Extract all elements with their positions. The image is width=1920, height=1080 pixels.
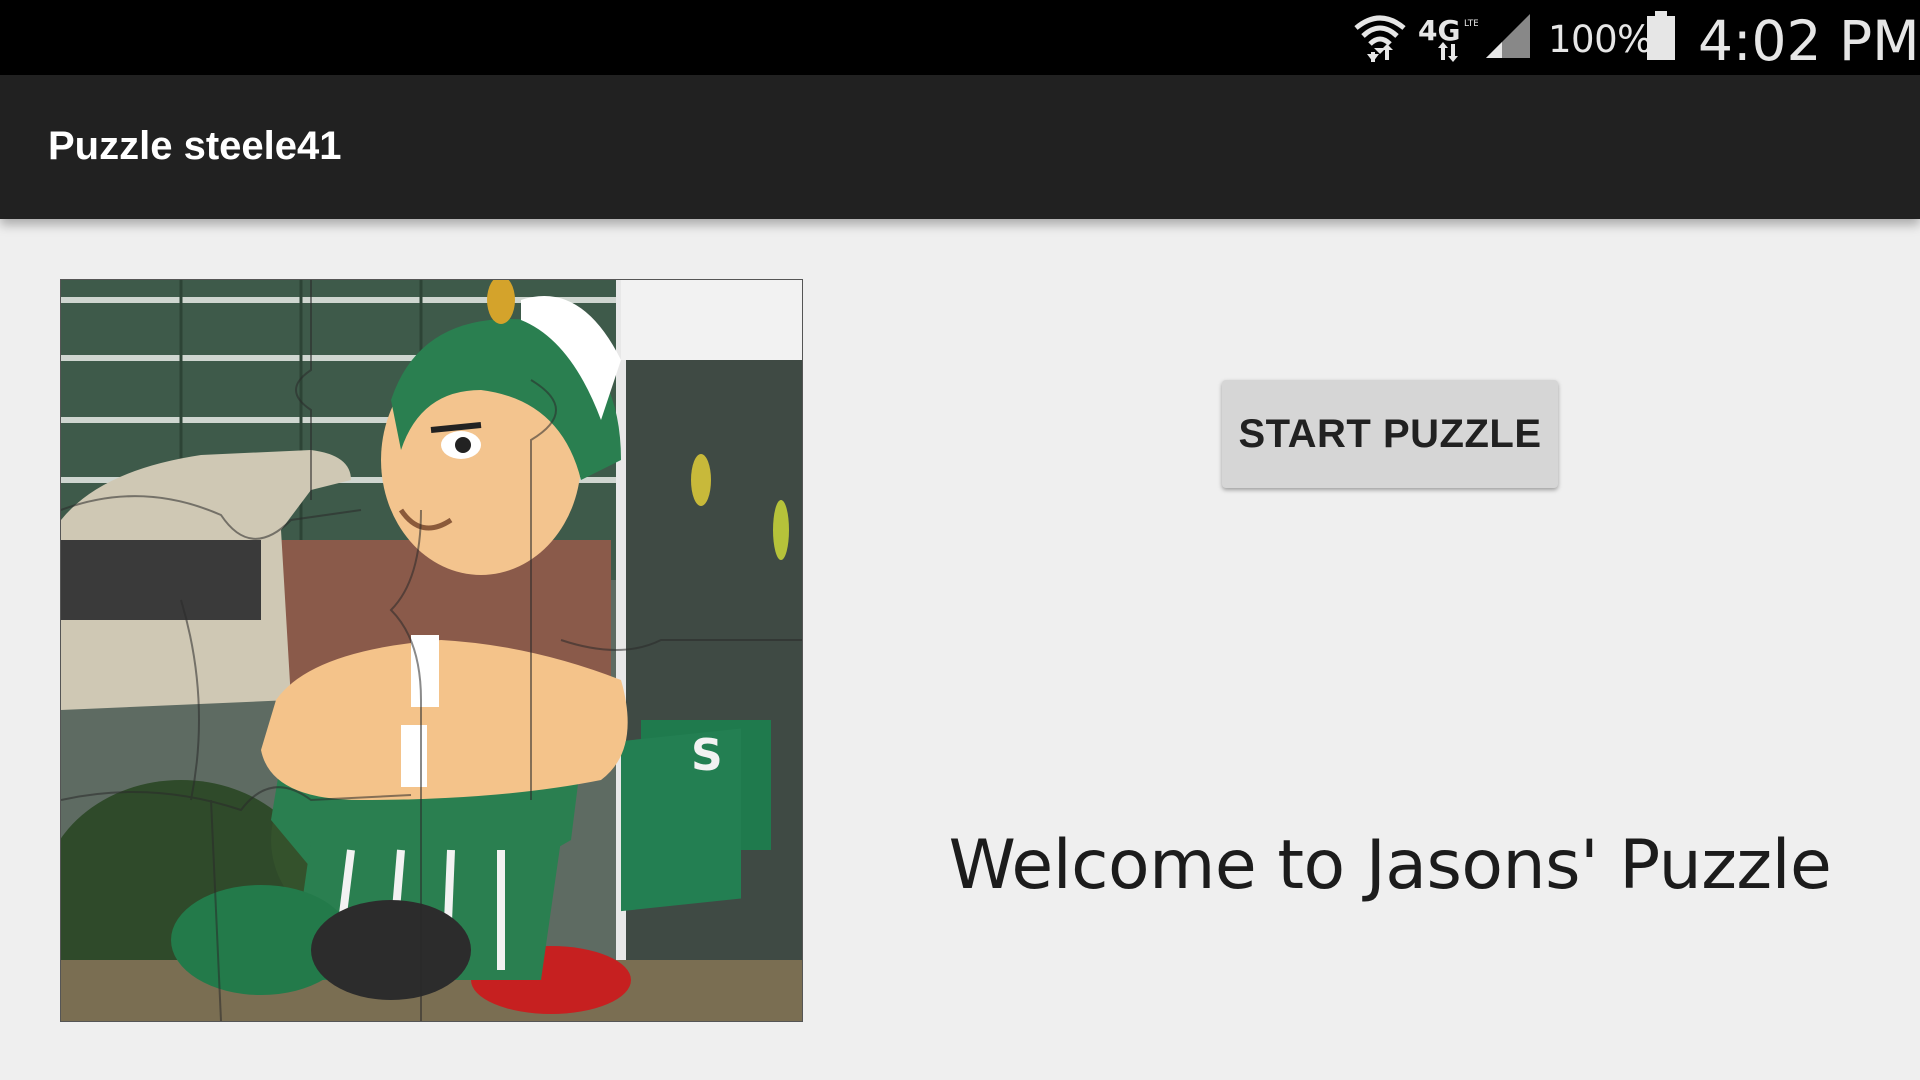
screen: 4G LTE 100% 4:02 PM Puzzle steele41 S ST… (0, 0, 1920, 1080)
battery-percent: 100% (1548, 18, 1652, 61)
battery-icon (1647, 11, 1675, 60)
svg-text:S: S (691, 730, 723, 781)
app-bar: Puzzle steele41 (0, 75, 1920, 219)
svg-text:4G: 4G (1418, 14, 1460, 47)
mascot-illustration: S (61, 280, 802, 1021)
welcome-text: Welcome to Jasons' Puzzle (948, 826, 1832, 905)
lte-icon: 4G LTE (1418, 14, 1478, 62)
signal-icon (1486, 14, 1530, 58)
wifi-icon (1354, 15, 1406, 62)
svg-text:LTE: LTE (1464, 19, 1478, 29)
status-bar: 4G LTE 100% 4:02 PM (0, 0, 1920, 75)
puzzle-preview-image: S (60, 279, 803, 1022)
app-title: Puzzle steele41 (48, 124, 342, 168)
clock: 4:02 PM (1698, 9, 1920, 73)
start-puzzle-button[interactable]: START PUZZLE (1222, 380, 1558, 488)
